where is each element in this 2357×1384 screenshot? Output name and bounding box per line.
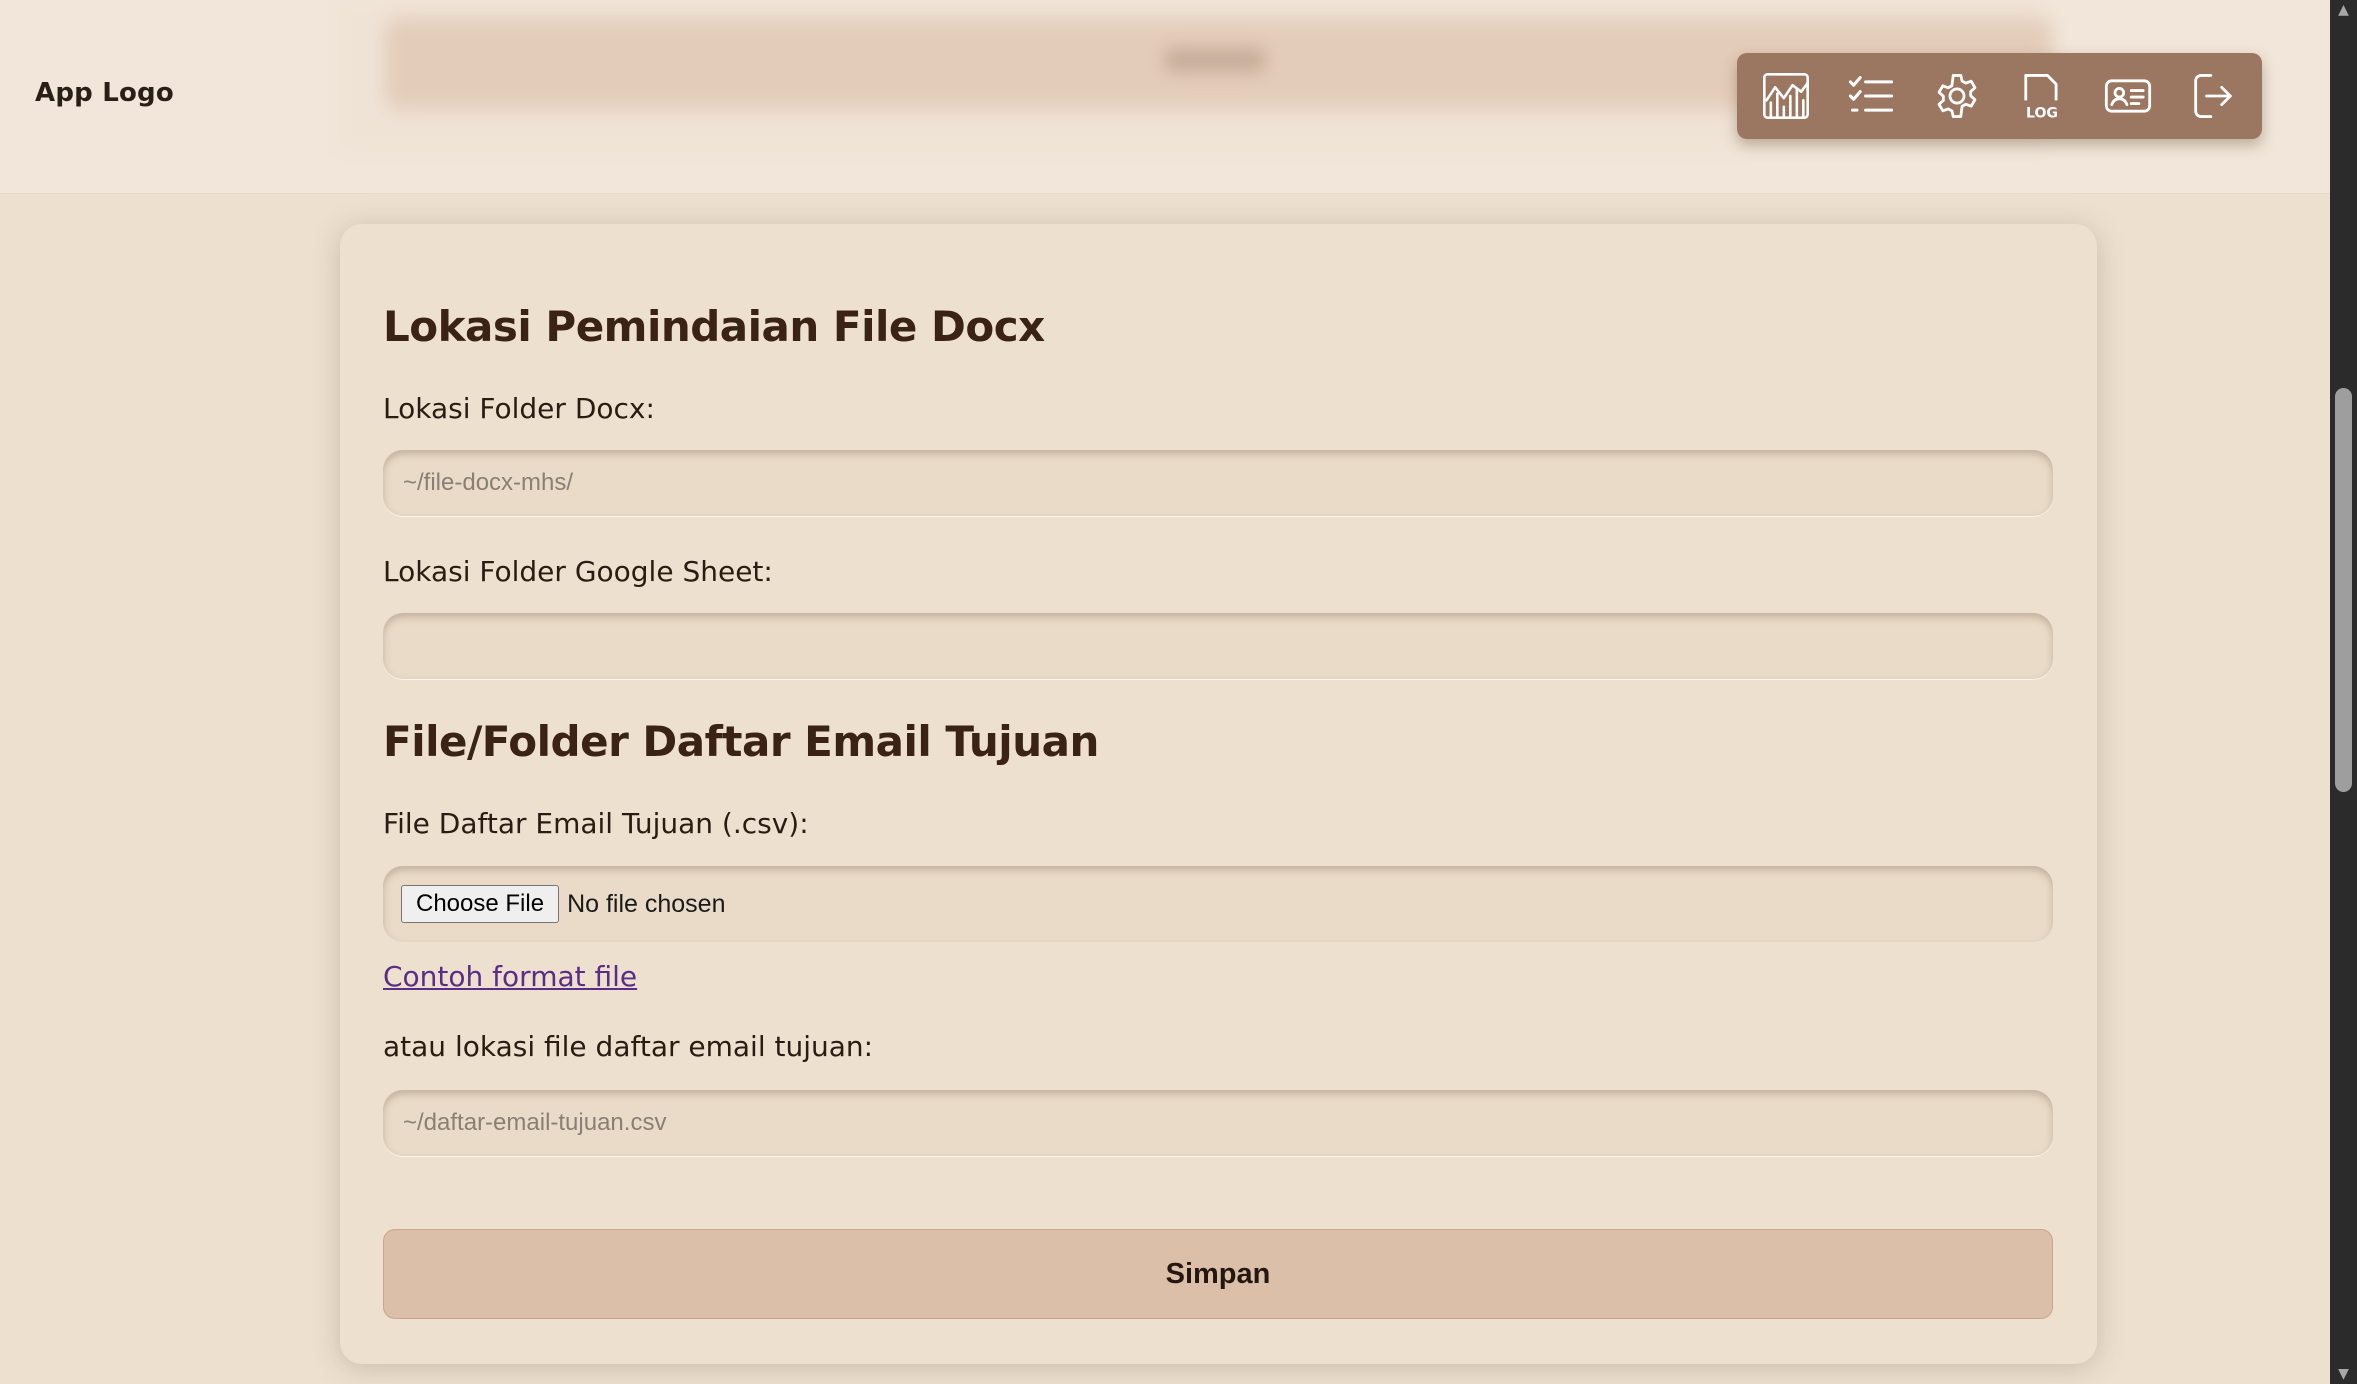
sheet-folder-input[interactable] (383, 613, 2053, 679)
log-button[interactable]: LOG (2010, 64, 2074, 128)
blurred-text-behind-header (1165, 48, 1265, 72)
scroll-thumb[interactable] (2335, 388, 2352, 792)
docx-folder-input[interactable] (383, 450, 2053, 516)
svg-text:LOG: LOG (2026, 106, 2058, 122)
docx-folder-label: Lokasi Folder Docx: (383, 392, 655, 425)
email-path-label: atau lokasi file daftar email tujuan: (383, 1030, 874, 1063)
logout-button[interactable] (2181, 64, 2245, 128)
file-status-text: No file chosen (567, 889, 726, 918)
profile-button[interactable] (2096, 64, 2160, 128)
gear-icon (1937, 74, 1977, 118)
nav-toolbar: LOG (1737, 53, 2262, 139)
page: App Logo LOG Lokasi Pemindaian File Docx… (0, 0, 2330, 1384)
app-logo[interactable]: App Logo (35, 78, 174, 108)
settings-button[interactable] (1925, 64, 1989, 128)
settings-card: Lokasi Pemindaian File Docx Lokasi Folde… (340, 224, 2097, 1364)
chart-icon (1762, 73, 1809, 119)
logout-icon (2194, 74, 2232, 118)
sheet-folder-label: Lokasi Folder Google Sheet: (383, 555, 773, 588)
save-button[interactable]: Simpan (383, 1229, 2053, 1319)
email-path-input[interactable] (383, 1090, 2053, 1156)
csv-file-picker: Choose File No file chosen (383, 866, 2053, 942)
choose-file-button[interactable]: Choose File (401, 885, 560, 923)
scroll-up-icon[interactable]: ▲ (2330, 0, 2357, 20)
section-title-email: File/Folder Daftar Email Tujuan (383, 717, 1099, 766)
id-card-icon (2104, 79, 2151, 113)
vertical-scrollbar[interactable]: ▲ ▼ (2330, 0, 2357, 1384)
statistics-button[interactable] (1754, 64, 1818, 128)
checklist-icon (1849, 76, 1894, 112)
log-file-icon: LOG (2024, 74, 2058, 122)
header: App Logo LOG (0, 0, 2330, 194)
scroll-down-icon[interactable]: ▼ (2330, 1364, 2357, 1384)
checklist-button[interactable] (1839, 64, 1903, 128)
section-title-docx: Lokasi Pemindaian File Docx (383, 302, 1045, 351)
csv-file-label: File Daftar Email Tujuan (.csv): (383, 807, 809, 840)
example-format-link[interactable]: Contoh format file (383, 960, 637, 993)
